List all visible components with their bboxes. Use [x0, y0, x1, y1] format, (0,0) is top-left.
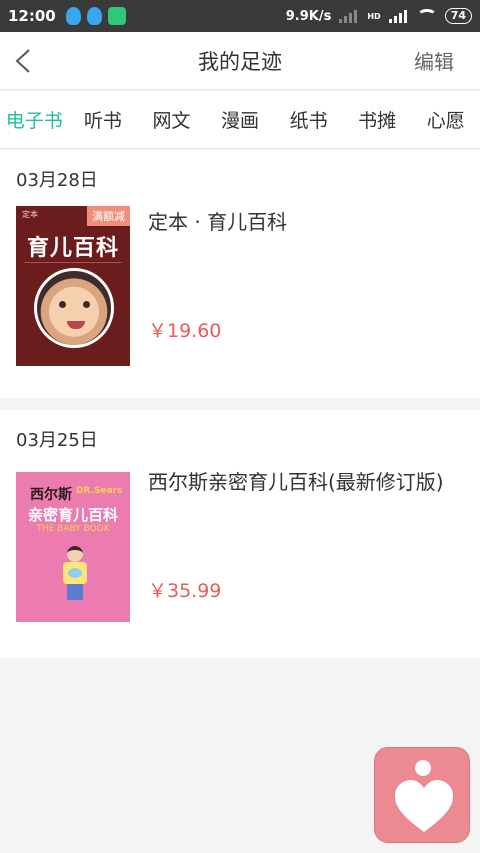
history-date: 03月25日 [16, 430, 98, 451]
signal-icon-2 [388, 9, 409, 23]
heart-icon [395, 780, 453, 832]
app-notification-icon [107, 7, 126, 25]
cover-line1b: DR.Sears [76, 486, 123, 496]
history-date: 03月28日 [16, 170, 98, 191]
status-time: 12:00 [8, 7, 56, 25]
book-cover[interactable]: 西尔斯 DR.Sears 亲密育儿百科 THE BABY BOOK [16, 472, 130, 622]
hd-label: HD [367, 11, 381, 21]
cover-small-text: 定本 [22, 210, 38, 219]
cover-title: 育儿百科 [26, 236, 119, 261]
cover-line3: THE BABY BOOK [36, 524, 110, 534]
cover-line1: 西尔斯 [30, 487, 72, 503]
chevron-left-icon [15, 48, 30, 73]
status-bar: 12:00 9.9K/s HD 74 [0, 0, 480, 32]
cover-line2: 亲密育儿百科 [27, 506, 118, 524]
tab-web-novel[interactable]: 网文 [137, 106, 206, 133]
floating-app-button[interactable] [374, 747, 470, 843]
baby-face-image [34, 268, 114, 348]
signal-icon-1 [339, 9, 359, 23]
fab-dot [415, 760, 431, 776]
qq-icon [65, 7, 81, 25]
book-price: ￥19.60 [148, 320, 222, 342]
wifi-icon [416, 9, 437, 23]
page-title: 我的足迹 [198, 49, 282, 74]
network-speed: 9.9K/s [285, 8, 332, 24]
parent-illustration [60, 546, 90, 600]
book-cover[interactable]: 定本 满额减 育儿百科 [16, 206, 130, 366]
tab-audiobook[interactable]: 听书 [69, 106, 138, 133]
tab-paper-book[interactable]: 纸书 [274, 106, 343, 133]
history-group: 03月28日 定本 满额减 育儿百科 定本 · 育儿百科 ￥19.60 [0, 150, 480, 398]
category-tabs: 电子书 听书 网文 漫画 纸书 书摊 心愿 [0, 91, 480, 149]
promo-badge: 满额减 [87, 206, 130, 226]
edit-button[interactable]: 编辑 [414, 46, 454, 75]
book-price: ￥35.99 [148, 580, 222, 602]
qq-icon-2 [86, 7, 102, 25]
nav-bar: 我的足迹 编辑 [0, 32, 480, 90]
status-right: 9.9K/s HD 74 [286, 8, 472, 24]
back-button[interactable] [0, 32, 48, 90]
tab-book-stall[interactable]: 书摊 [343, 106, 412, 133]
book-title[interactable]: 西尔斯亲密育儿百科(最新修订版) [148, 466, 444, 495]
battery-indicator: 74 [444, 8, 472, 24]
cover-divider [24, 262, 122, 266]
tab-comic[interactable]: 漫画 [206, 106, 275, 133]
book-title[interactable]: 定本 · 育儿百科 [148, 206, 287, 235]
tab-wishlist[interactable]: 心愿 [411, 106, 480, 133]
tab-ebook[interactable]: 电子书 [0, 106, 69, 133]
history-group: 03月25日 西尔斯 DR.Sears 亲密育儿百科 THE BABY BOOK… [0, 410, 480, 658]
